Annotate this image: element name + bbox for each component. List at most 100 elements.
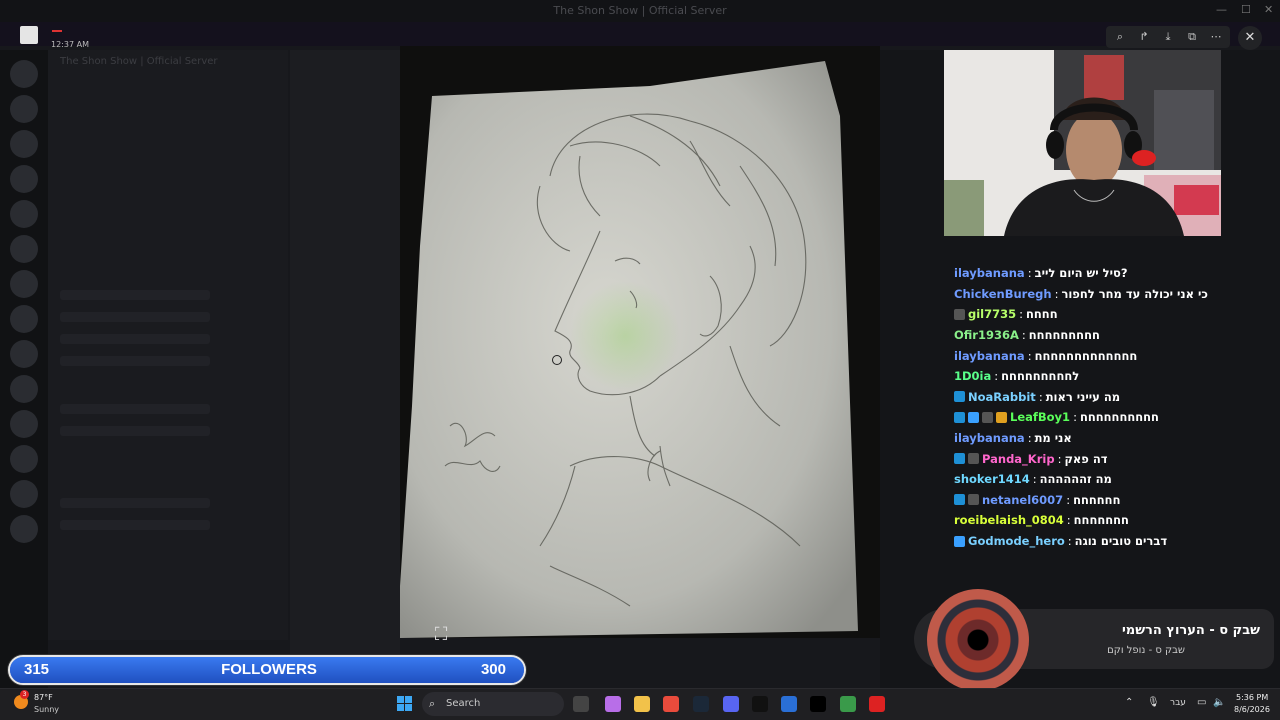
channel-item[interactable]	[60, 498, 210, 508]
epic-games-icon[interactable]	[752, 696, 768, 712]
chat-message: 1D0ia: לחחחחחחחחח	[954, 366, 1254, 387]
clock-time[interactable]: 5:36 PM	[1236, 693, 1268, 702]
roblox-icon[interactable]	[869, 696, 885, 712]
chat-badge-icon	[996, 411, 1007, 423]
channel-item[interactable]	[60, 356, 210, 366]
file-explorer-icon[interactable]	[634, 696, 650, 712]
image-viewer-toolbar: ⌕ ↱ ⤓ ⧉ ⋯	[1106, 26, 1230, 48]
chat-username: gil7735	[968, 307, 1017, 322]
network-icon[interactable]: ▭	[1197, 697, 1206, 708]
zoom-in-icon[interactable]: ⌕	[1112, 29, 1128, 45]
chat-badge-icon	[954, 391, 965, 403]
task-view-icon[interactable]	[573, 696, 589, 712]
channel-sidebar	[48, 50, 288, 640]
download-icon[interactable]: ⤓	[1160, 29, 1176, 45]
sketch-photo[interactable]	[400, 46, 880, 638]
weather-temperature[interactable]: 87°F	[34, 693, 53, 702]
chat-separator: :	[1057, 451, 1062, 466]
volume-icon[interactable]: 🔈	[1213, 697, 1225, 708]
chat-text: אני מת	[1034, 431, 1072, 446]
chat-text: חחחחחחח	[1073, 513, 1129, 528]
chrome-alt-icon[interactable]	[840, 696, 856, 712]
chat-separator: :	[1027, 348, 1032, 363]
chat-message: ilaybanana: אני מת	[954, 428, 1254, 449]
zoom-cursor-icon	[552, 355, 562, 365]
chat-separator: :	[1073, 410, 1077, 425]
chat-badge-icon	[968, 411, 979, 423]
server-name: The Shon Show | Official Server	[60, 56, 218, 67]
chat-username: ilaybanana	[954, 431, 1025, 446]
maximize-icon[interactable]: ☐	[1241, 3, 1251, 16]
chrome-icon[interactable]	[663, 696, 679, 712]
channel-item[interactable]	[60, 426, 210, 436]
capcut-icon[interactable]	[810, 696, 826, 712]
chat-separator: :	[1019, 307, 1023, 322]
window-close-icon[interactable]: ✕	[1264, 3, 1273, 16]
chat-separator: :	[1027, 431, 1032, 446]
chat-badge-icon	[968, 453, 979, 465]
open-external-icon[interactable]: ⧉	[1184, 29, 1200, 45]
chat-separator: :	[1066, 492, 1071, 507]
chat-separator: :	[1032, 472, 1037, 487]
channel-item[interactable]	[60, 334, 210, 344]
chat-text: דה פאק	[1064, 451, 1108, 466]
channel-item[interactable]	[60, 290, 210, 300]
close-icon[interactable]: ✕	[1238, 26, 1262, 50]
tray-overflow-icon[interactable]: ⌃	[1125, 697, 1133, 708]
chat-message: LeafBoy1: חחחחחחחחחח	[954, 407, 1254, 428]
chat-badge-icon	[954, 308, 965, 320]
now-playing-artist: שבק ס - נופל וקם	[1107, 645, 1185, 656]
chat-text: מה עייני ראות	[1045, 389, 1121, 404]
webcam-feed	[944, 50, 1221, 236]
minimize-icon[interactable]: —	[1216, 3, 1227, 16]
server-list	[0, 50, 48, 690]
copilot-icon[interactable]	[605, 696, 621, 712]
chat-message: roeibelaish_0804: חחחחחחח	[954, 510, 1254, 531]
microphone-icon[interactable]: 🎙	[1147, 697, 1160, 708]
chat-badge-icon	[954, 535, 965, 547]
more-icon[interactable]: ⋯	[1208, 29, 1224, 45]
chat-badge-icon	[982, 411, 993, 423]
chat-username: ilaybanana	[954, 348, 1025, 363]
fullscreen-icon[interactable]: ⛶	[430, 624, 452, 646]
chat-text: חחחחחח	[1073, 492, 1121, 507]
chat-message: ilaybanana: סיל יש היום לייב?	[954, 263, 1254, 284]
discord-icon[interactable]	[723, 696, 739, 712]
chat-separator: :	[994, 369, 999, 384]
channel-item[interactable]	[60, 520, 210, 530]
search-icon: ⌕	[429, 697, 436, 710]
chat-separator: :	[1027, 266, 1032, 281]
channel-item[interactable]	[60, 312, 210, 322]
chat-badge-icon	[954, 411, 965, 423]
chat-message: shoker1414: מה זהההההה	[954, 469, 1254, 490]
taskbar-search[interactable]	[422, 692, 564, 716]
chat-username: ChickenBuregh	[954, 286, 1052, 301]
chat-text: סיל יש היום לייב?	[1034, 266, 1128, 281]
chat-message: NoaRabbit: מה עייני ראות	[954, 387, 1254, 408]
avatar[interactable]	[20, 26, 38, 44]
chat-username: roeibelaish_0804	[954, 513, 1064, 528]
channel-item[interactable]	[60, 404, 210, 414]
chat-badge-icon	[954, 453, 965, 465]
notification-marker	[52, 26, 62, 32]
chat-username: LeafBoy1	[1010, 410, 1071, 425]
steam-icon[interactable]	[693, 696, 709, 712]
clock-date[interactable]: 8/6/2026	[1234, 705, 1270, 714]
chat-username: ilaybanana	[954, 266, 1025, 281]
chat-message: Panda_Krip: דה פאק	[954, 448, 1254, 469]
chat-badge-icon	[968, 494, 979, 506]
followers-goal: 300	[480, 661, 506, 678]
now-playing-title: שבק ס - הערוץ הרשמי	[1121, 623, 1260, 638]
weather-description[interactable]: Sunny	[34, 705, 59, 714]
photoshop-icon[interactable]	[781, 696, 797, 712]
chat-username: Panda_Krip	[982, 451, 1055, 466]
weather-badge: 3	[20, 690, 29, 699]
chat-text: מה זהההההה	[1039, 472, 1112, 487]
forward-icon[interactable]: ↱	[1136, 29, 1152, 45]
chat-separator: :	[1054, 286, 1059, 301]
followers-goal-bar: 315 FOLLOWERS 300	[8, 655, 526, 685]
chat-username: 1D0ia	[954, 369, 992, 384]
language-indicator[interactable]: עבר	[1170, 698, 1186, 708]
start-button[interactable]	[397, 696, 412, 711]
chat-username: netanel6007	[982, 492, 1064, 507]
